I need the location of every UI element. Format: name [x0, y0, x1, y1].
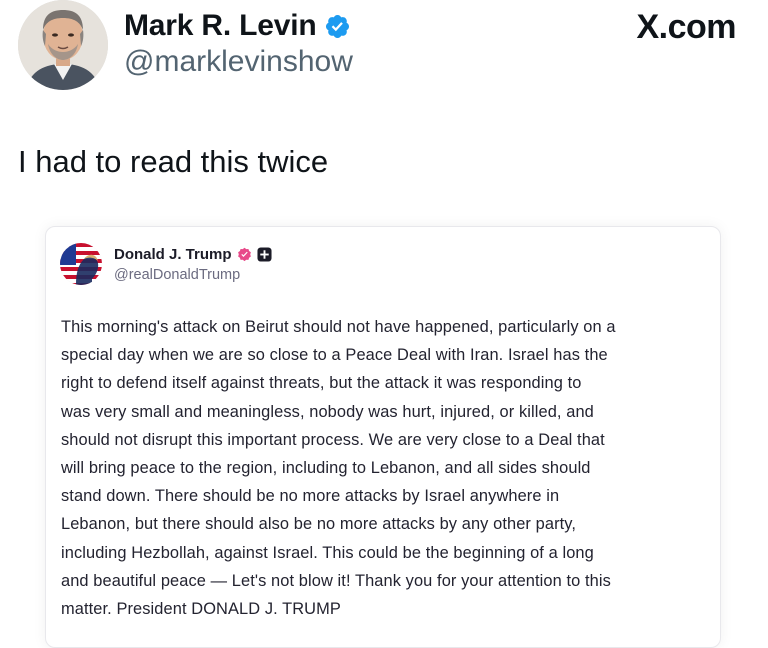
x-com-watermark: X.com	[636, 8, 736, 46]
profile-photo	[60, 243, 102, 285]
post-body-line: and beautiful peace — Let's not blow it!…	[61, 571, 611, 590]
post-body-line: This morning's attack on Beirut should n…	[61, 318, 616, 336]
author-name-row: Mark R. Levin	[124, 8, 351, 44]
avatar[interactable]	[18, 0, 108, 90]
post-body-line: special day when we are so close to a Pe…	[61, 346, 608, 365]
post-body-line: stand down. There should be no more atta…	[61, 487, 560, 506]
post-text: I had to read this twice	[18, 144, 329, 179]
embedded-handle[interactable]: @realDonaldTrump	[114, 267, 240, 283]
post-body-line: matter. President DONALD J. TRUMP	[61, 600, 341, 619]
post-body-line: including Hezbollah, against Israel. Thi…	[61, 543, 594, 562]
verified-badge-icon	[237, 247, 251, 261]
embedded-avatar[interactable]	[60, 243, 102, 285]
author-handle[interactable]: @marklevinshow	[124, 45, 353, 79]
embedded-display-name[interactable]: Donald J. Trump	[114, 246, 232, 263]
quoted-post-card[interactable]: Donald J. Trump @realDonaldTrump This mo…	[45, 226, 721, 648]
author-display-name[interactable]: Mark R. Levin	[124, 9, 317, 43]
embedded-name-row: Donald J. Trump	[114, 244, 272, 264]
verified-badge-icon	[326, 14, 350, 38]
post-body-line: Lebanon, but there should also be no mor…	[61, 515, 577, 534]
plus-badge-icon	[256, 246, 272, 262]
embedded-post-body: This morning's attack on Beirut should n…	[61, 313, 711, 623]
profile-photo	[18, 0, 108, 90]
post-body-line: should not disrupt this important proces…	[61, 430, 605, 449]
post-body-line: right to defend itself against threats, …	[61, 374, 582, 393]
post-body-line: will bring peace to the region, includin…	[61, 459, 591, 478]
post-body-line: was very small and meaningless, nobody w…	[61, 402, 594, 421]
